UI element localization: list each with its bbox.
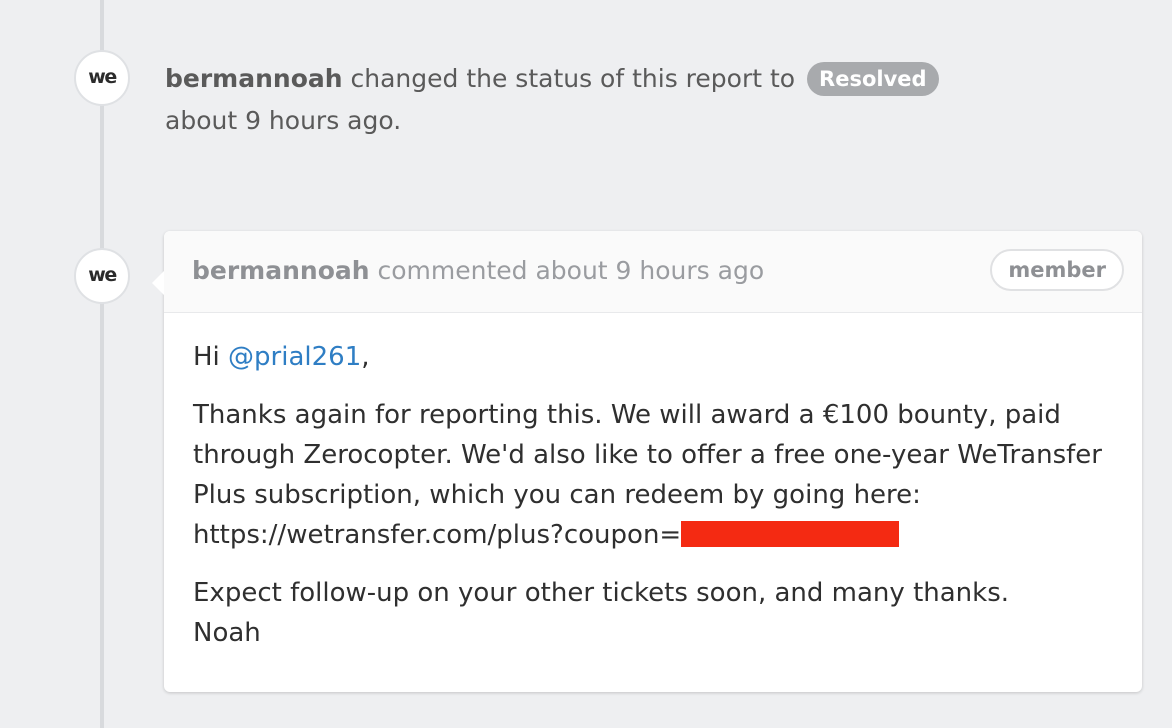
comment-paragraph: Thanks again for reporting this. We will… [193, 395, 1114, 555]
user-mention-link[interactable]: @prial261 [228, 342, 361, 372]
status-change-text: changed the status of this report to [350, 64, 796, 93]
username-link[interactable]: bermannoah [165, 64, 343, 93]
comment-paragraph-text: Thanks again for reporting this. We will… [193, 400, 1102, 550]
wetransfer-logo-icon: we [88, 65, 117, 88]
status-change-time: about 9 hours ago. [165, 106, 402, 135]
member-badge: member [990, 249, 1124, 291]
comment-meta: bermannoah commented about 9 hours ago [192, 251, 764, 291]
comment-paragraph: Expect follow-up on your other tickets s… [193, 573, 1114, 653]
comment-greeting: Hi @prial261, [193, 337, 1114, 377]
comment-header: bermannoah commented about 9 hours ago m… [164, 231, 1142, 313]
comment-signature: Noah [193, 618, 261, 648]
timeline-line [100, 0, 104, 728]
comment-body: Hi @prial261, Thanks again for reporting… [164, 313, 1142, 653]
avatar[interactable]: we [74, 248, 130, 304]
status-badge: Resolved [807, 62, 939, 96]
comment-action-text: commented about 9 hours ago [377, 256, 765, 285]
redacted-coupon [681, 521, 900, 547]
wetransfer-logo-icon: we [88, 263, 117, 286]
greeting-text: Hi [193, 342, 220, 372]
username-link[interactable]: bermannoah [192, 256, 370, 285]
comment-closing-text: Expect follow-up on your other tickets s… [193, 578, 1010, 608]
comment-card: bermannoah commented about 9 hours ago m… [152, 231, 1142, 692]
avatar[interactable]: we [74, 50, 130, 106]
greeting-punctuation: , [361, 342, 370, 372]
status-change-event: bermannoah changed the status of this re… [165, 58, 1065, 142]
